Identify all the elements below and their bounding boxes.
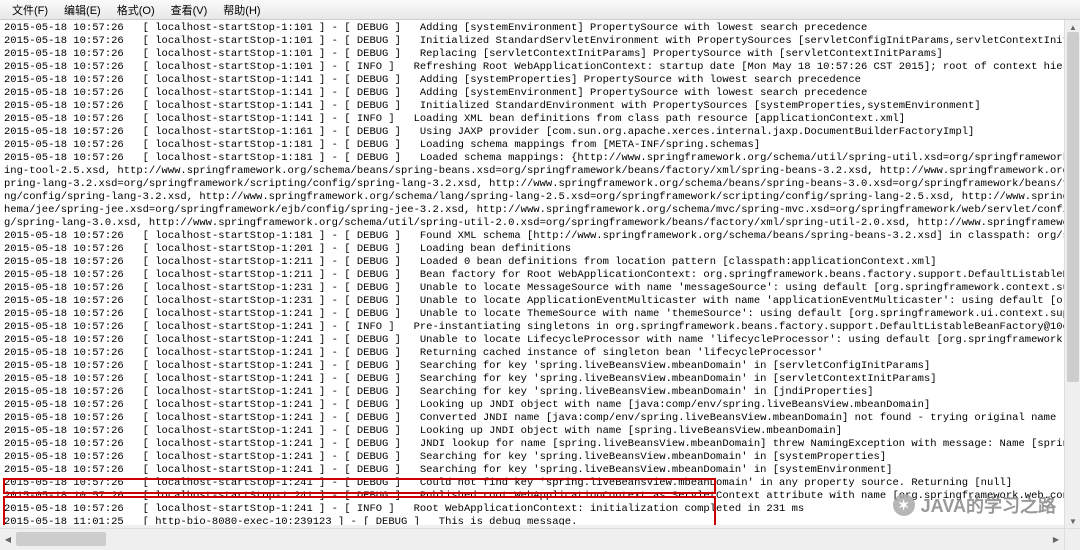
log-line: hema/jee/spring-jee.xsd=org/springframew…	[4, 204, 1076, 217]
scroll-right-arrow-icon[interactable]: ▶	[1049, 532, 1063, 546]
log-line: g/spring-lang-3.0.xsd, http://www.spring…	[4, 217, 1076, 230]
log-line: 2015-05-18 10:57:26 [ localhost-startSto…	[4, 256, 1076, 269]
log-line: 2015-05-18 10:57:26 [ localhost-startSto…	[4, 360, 1076, 373]
log-line: 2015-05-18 10:57:26 [ localhost-startSto…	[4, 230, 1076, 243]
log-line: ing-tool-2.5.xsd, http://www.springframe…	[4, 165, 1076, 178]
wechat-icon: ✶	[893, 494, 915, 516]
log-line: 2015-05-18 10:57:26 [ localhost-startSto…	[4, 334, 1076, 347]
scroll-left-arrow-icon[interactable]: ◀	[1, 532, 15, 546]
log-line: 2015-05-18 10:57:26 [ localhost-startSto…	[4, 399, 1076, 412]
horizontal-scroll-thumb[interactable]	[16, 532, 106, 546]
scroll-corner	[1064, 528, 1080, 550]
log-line: 2015-05-18 10:57:26 [ localhost-startSto…	[4, 269, 1076, 282]
log-line: 2015-05-18 10:57:26 [ localhost-startSto…	[4, 477, 1076, 490]
vertical-scrollbar[interactable]: ▲ ▼	[1064, 20, 1080, 528]
log-line: 2015-05-18 10:57:26 [ localhost-startSto…	[4, 113, 1076, 126]
menu-edit[interactable]: 编辑(E)	[56, 0, 109, 20]
log-line: 2015-05-18 10:57:26 [ localhost-startSto…	[4, 87, 1076, 100]
log-line: 2015-05-18 10:57:26 [ localhost-startSto…	[4, 126, 1076, 139]
log-line: 2015-05-18 10:57:26 [ localhost-startSto…	[4, 425, 1076, 438]
log-line: 2015-05-18 10:57:26 [ localhost-startSto…	[4, 438, 1076, 451]
log-line: 2015-05-18 10:57:26 [ localhost-startSto…	[4, 308, 1076, 321]
log-line: ng/config/spring-lang-3.2.xsd, http://ww…	[4, 191, 1076, 204]
log-line: 2015-05-18 10:57:26 [ localhost-startSto…	[4, 139, 1076, 152]
scroll-down-arrow-icon[interactable]: ▼	[1066, 514, 1080, 528]
log-line: 2015-05-18 10:57:26 [ localhost-startSto…	[4, 295, 1076, 308]
log-line: 2015-05-18 10:57:26 [ localhost-startSto…	[4, 152, 1076, 165]
log-line: 2015-05-18 10:57:26 [ localhost-startSto…	[4, 61, 1076, 74]
menu-bar: 文件(F) 编辑(E) 格式(O) 查看(V) 帮助(H)	[0, 0, 1080, 20]
menu-help[interactable]: 帮助(H)	[215, 0, 268, 20]
log-line: 2015-05-18 10:57:26 [ localhost-startSto…	[4, 451, 1076, 464]
watermark-text: JAVA的学习之路	[921, 492, 1056, 518]
menu-file[interactable]: 文件(F)	[4, 0, 56, 20]
vertical-scroll-thumb[interactable]	[1067, 32, 1079, 382]
log-line: 2015-05-18 10:57:26 [ localhost-startSto…	[4, 100, 1076, 113]
log-line: 2015-05-18 10:57:26 [ localhost-startSto…	[4, 48, 1076, 61]
log-line: pring-lang-3.2.xsd=org/springframework/s…	[4, 178, 1076, 191]
log-line: 2015-05-18 10:57:26 [ localhost-startSto…	[4, 22, 1076, 35]
log-line: 2015-05-18 10:57:26 [ localhost-startSto…	[4, 386, 1076, 399]
watermark: ✶ JAVA的学习之路	[893, 492, 1056, 518]
log-line: 2015-05-18 10:57:26 [ localhost-startSto…	[4, 373, 1076, 386]
log-line: 2015-05-18 10:57:26 [ localhost-startSto…	[4, 321, 1076, 334]
menu-view[interactable]: 查看(V)	[163, 0, 216, 20]
horizontal-scrollbar[interactable]: ◀ ▶	[0, 528, 1064, 550]
log-line: 2015-05-18 10:57:26 [ localhost-startSto…	[4, 347, 1076, 360]
menu-format[interactable]: 格式(O)	[109, 0, 163, 20]
log-line: 2015-05-18 10:57:26 [ localhost-startSto…	[4, 74, 1076, 87]
log-line: 2015-05-18 10:57:26 [ localhost-startSto…	[4, 35, 1076, 48]
log-line: 2015-05-18 10:57:26 [ localhost-startSto…	[4, 412, 1076, 425]
log-line: 2015-05-18 10:57:26 [ localhost-startSto…	[4, 243, 1076, 256]
log-line: 2015-05-18 10:57:26 [ localhost-startSto…	[4, 464, 1076, 477]
log-line: 2015-05-18 10:57:26 [ localhost-startSto…	[4, 282, 1076, 295]
log-text-area[interactable]: 2015-05-18 10:57:26 [ localhost-startSto…	[0, 20, 1080, 525]
